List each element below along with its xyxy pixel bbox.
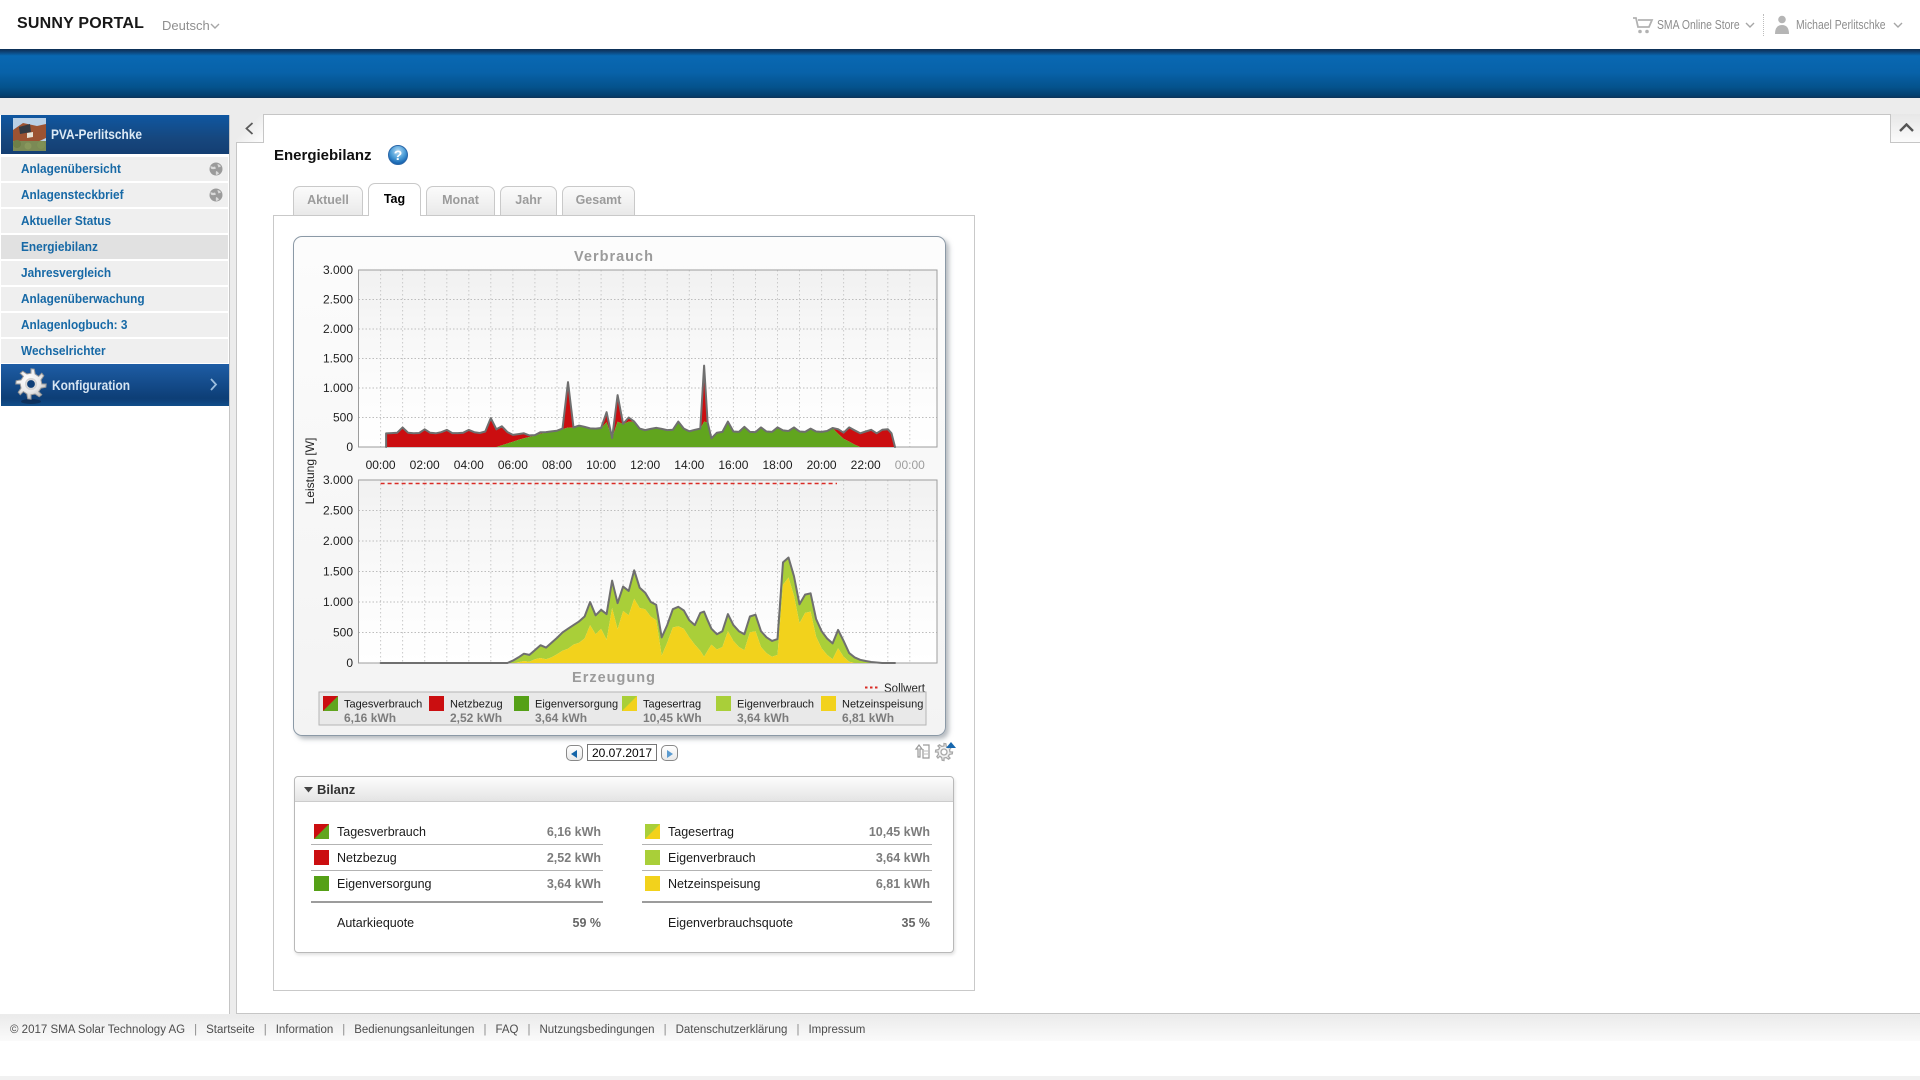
svg-text:500: 500	[333, 411, 353, 425]
svg-text:1.000: 1.000	[323, 381, 353, 395]
svg-text:Tagesertrag: Tagesertrag	[643, 699, 701, 711]
svg-text:2,52 kWh: 2,52 kWh	[450, 711, 502, 725]
svg-text:3,64 kWh: 3,64 kWh	[535, 711, 587, 725]
svg-text:0: 0	[346, 656, 353, 670]
svg-text:00:00: 00:00	[366, 458, 396, 472]
svg-text:06:00: 06:00	[498, 458, 528, 472]
svg-text:12:00: 12:00	[630, 458, 660, 472]
svg-text:16:00: 16:00	[718, 458, 748, 472]
svg-text:Verbrauch: Verbrauch	[574, 249, 654, 265]
svg-text:500: 500	[333, 626, 353, 640]
svg-text:14:00: 14:00	[674, 458, 704, 472]
svg-text:6,16 kWh: 6,16 kWh	[344, 711, 396, 725]
svg-text:18:00: 18:00	[762, 458, 792, 472]
svg-text:08:00: 08:00	[542, 458, 572, 472]
svg-text:1.500: 1.500	[323, 565, 353, 579]
svg-text:2.500: 2.500	[323, 293, 353, 307]
svg-text:10,45 kWh: 10,45 kWh	[643, 711, 702, 725]
svg-text:04:00: 04:00	[454, 458, 484, 472]
svg-text:Eigenverbrauch: Eigenverbrauch	[737, 699, 814, 711]
svg-text:Netzbezug: Netzbezug	[450, 699, 503, 711]
svg-text:Eigenversorgung: Eigenversorgung	[535, 699, 618, 711]
svg-text:0: 0	[346, 440, 353, 454]
svg-text:3,64 kWh: 3,64 kWh	[737, 711, 789, 725]
svg-text:2.500: 2.500	[323, 504, 353, 518]
svg-text:2.000: 2.000	[323, 534, 353, 548]
svg-text:1.500: 1.500	[323, 352, 353, 366]
svg-text:3.000: 3.000	[323, 263, 353, 277]
svg-text:6,81 kWh: 6,81 kWh	[842, 711, 894, 725]
svg-text:3.000: 3.000	[323, 473, 353, 487]
svg-text:Netzeinspeisung: Netzeinspeisung	[842, 699, 923, 711]
svg-text:1.000: 1.000	[323, 595, 353, 609]
svg-text:10:00: 10:00	[586, 458, 616, 472]
svg-text:20:00: 20:00	[807, 458, 837, 472]
svg-text:02:00: 02:00	[410, 458, 440, 472]
svg-text:22:00: 22:00	[851, 458, 881, 472]
svg-text:Erzeugung: Erzeugung	[572, 670, 656, 686]
svg-text:Leistung [W]: Leistung [W]	[303, 438, 317, 505]
svg-text:2.000: 2.000	[323, 322, 353, 336]
svg-text:Tagesverbrauch: Tagesverbrauch	[344, 699, 422, 711]
svg-text:00:00: 00:00	[895, 458, 925, 472]
